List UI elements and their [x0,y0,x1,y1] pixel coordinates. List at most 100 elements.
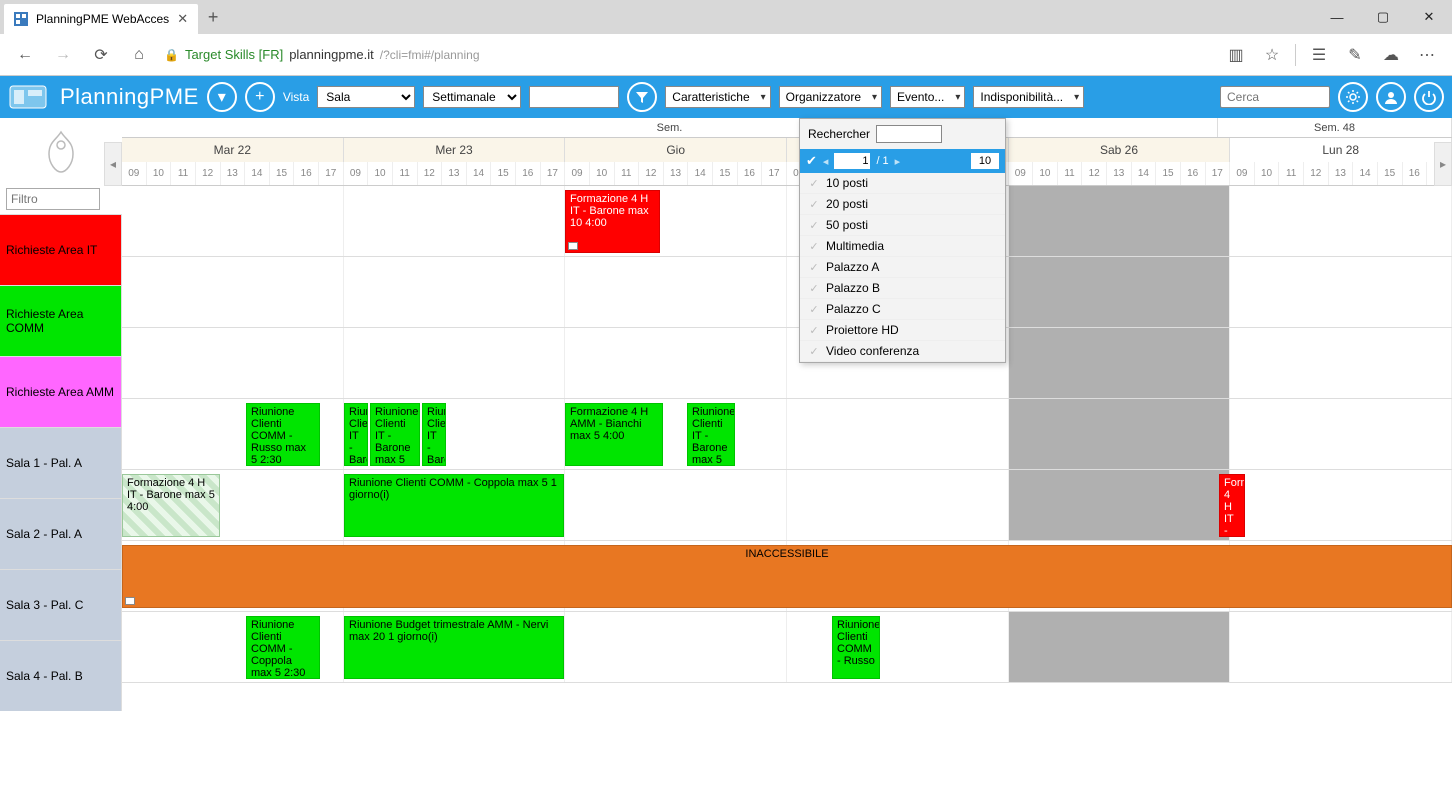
close-icon[interactable]: ✕ [177,11,188,27]
dropdown-item[interactable]: ✓Palazzo A [800,257,1005,278]
pager-next[interactable]: ▸ [895,155,901,168]
checkbox-icon: ✓ [808,198,820,210]
day-label[interactable]: Sab 26 [1009,138,1231,162]
checkbox-icon: ✓ [808,240,820,252]
reading-view-icon[interactable]: ☰ [1302,38,1336,72]
event-block[interactable]: INACCESSIBILE [122,545,1452,608]
resource-row[interactable]: Sala 1 - Pal. A [0,427,122,498]
resource-row[interactable]: Richieste Area AMM [0,356,122,427]
event-block[interactable]: Riun Clier IT - Baro [344,403,368,466]
browser-tab[interactable]: PlanningPME WebAcces ✕ [4,4,198,34]
event-block[interactable]: Formazione 4 H AMM - Bianchi max 5 4:00 [565,403,663,466]
dropdown-item[interactable]: ✓Palazzo C [800,299,1005,320]
calendar-row: INACCESSIBILE [122,541,1452,612]
maximize-button[interactable]: ▢ [1360,0,1406,34]
note-icon [568,242,578,250]
dropdown-item[interactable]: ✓20 posti [800,194,1005,215]
indisponibilita-dropdown[interactable]: Indisponibilità... [973,86,1084,108]
home-button[interactable]: ⌂ [122,38,156,72]
hour-label: 15 [713,162,738,185]
calendar-row: Riunione Clienti COMM - Russo max 5 2:30… [122,399,1452,470]
hour-label: 09 [1009,162,1034,185]
collapse-button[interactable]: ▾ [207,82,237,112]
dropdown-search-label: Rechercher [808,127,870,141]
more-icon[interactable]: ⋯ [1410,38,1444,72]
pager-prev[interactable]: ◂ [823,155,829,168]
notes-icon[interactable]: ✎ [1338,38,1372,72]
favorite-icon[interactable]: ☆ [1255,38,1289,72]
event-block[interactable]: Riunione Clienti COMM - Coppola max 5 1 … [344,474,564,537]
resource-row[interactable]: Sala 2 - Pal. A [0,498,122,569]
vista-label: Vista [283,90,309,104]
event-block[interactable]: Riunione Clienti COMM - Coppola max 5 2:… [246,616,320,679]
power-button[interactable] [1414,82,1444,112]
share-icon[interactable]: ☁ [1374,38,1408,72]
vista-select[interactable]: Sala [317,86,415,108]
refresh-button[interactable]: ⟳ [84,38,118,72]
day-label[interactable]: Mer 23 [344,138,566,162]
event-block[interactable]: Riunione Clienti IT - Barone max 5 [370,403,420,466]
url-host: planningpme.it [289,47,374,62]
new-tab-button[interactable]: + [198,7,228,28]
close-window-button[interactable]: ✕ [1406,0,1452,34]
event-block[interactable]: Form 4 H IT - Baro [1219,474,1245,537]
event-block[interactable]: Formazione 4 H IT - Barone max 5 4:00 [122,474,220,537]
user-button[interactable] [1376,82,1406,112]
back-button[interactable]: ← [8,38,42,72]
pager-current[interactable] [834,153,870,169]
dropdown-search-input[interactable] [876,125,942,143]
dropdown-item[interactable]: ✓50 posti [800,215,1005,236]
checkbox-icon: ✓ [808,303,820,315]
hour-label: 16 [516,162,541,185]
add-button[interactable]: + [245,82,275,112]
dropdown-item[interactable]: ✓Palazzo B [800,278,1005,299]
minimize-button[interactable]: — [1314,0,1360,34]
day-label[interactable]: Lun 28 [1230,138,1452,162]
event-block[interactable]: Riunione Clienti COMM - Russo max 5 2:30 [246,403,320,466]
event-block[interactable]: Riun Clier IT - Baro [422,403,446,466]
hour-label: 12 [1304,162,1329,185]
event-block[interactable]: Riunione Clienti COMM - Russo [832,616,880,679]
period-select[interactable]: Settimanale [423,86,521,108]
app-title: PlanningPME [60,84,199,110]
hour-label: 10 [1255,162,1280,185]
dropdown-item[interactable]: ✓Multimedia [800,236,1005,257]
dropdown-item[interactable]: ✓10 posti [800,173,1005,194]
event-block[interactable]: Riunione Budget trimestrale AMM - Nervi … [344,616,564,679]
date-input[interactable] [529,86,619,108]
organizzatore-dropdown[interactable]: Organizzatore [779,86,882,108]
filter-toggle-button[interactable] [627,82,657,112]
search-input[interactable] [1220,86,1330,108]
hour-label: 10 [368,162,393,185]
resource-filter-input[interactable] [6,188,100,210]
hour-label: 14 [245,162,270,185]
app-toolbar: PlanningPME ▾ + Vista Sala Settimanale C… [0,76,1452,118]
hour-label: 11 [393,162,418,185]
resource-row[interactable]: Sala 4 - Pal. B [0,640,122,711]
caratteristiche-dropdown[interactable]: Caratteristiche [665,86,770,108]
address-bar[interactable]: 🔒 Target Skills [FR] planningpme.it/?cli… [160,47,1215,62]
evento-dropdown[interactable]: Evento... [890,86,965,108]
day-label[interactable]: Mar 22 [122,138,344,162]
hour-label: 13 [442,162,467,185]
day-label[interactable]: Gio [565,138,787,162]
scroll-left-button[interactable]: ◂ [104,142,122,186]
event-block[interactable]: Formazione 4 H IT - Barone max 10 4:00 [565,190,660,253]
check-all-icon[interactable]: ✔ [806,153,817,169]
dropdown-item[interactable]: ✓Video conferenza [800,341,1005,362]
week-label: Sem. [122,118,1218,137]
event-block[interactable]: Riunione Clienti IT - Barone max 5 [687,403,735,466]
resource-row[interactable]: Sala 3 - Pal. C [0,569,122,640]
hour-label: 14 [688,162,713,185]
resource-row[interactable]: Richieste Area COMM [0,285,122,356]
resource-row[interactable]: Richieste Area IT [0,214,122,285]
hour-label: 15 [1156,162,1181,185]
calendar-row: M - Coppola max 20 1 [122,257,1452,328]
forward-button[interactable]: → [46,38,80,72]
main-content: Richieste Area IT Richieste Area COMM Ri… [0,118,1452,711]
dropdown-item[interactable]: ✓Proiettore HD [800,320,1005,341]
reading-list-icon[interactable]: ▥ [1219,38,1253,72]
scroll-right-button[interactable]: ▸ [1434,142,1452,186]
divider [1295,44,1296,66]
settings-button[interactable] [1338,82,1368,112]
